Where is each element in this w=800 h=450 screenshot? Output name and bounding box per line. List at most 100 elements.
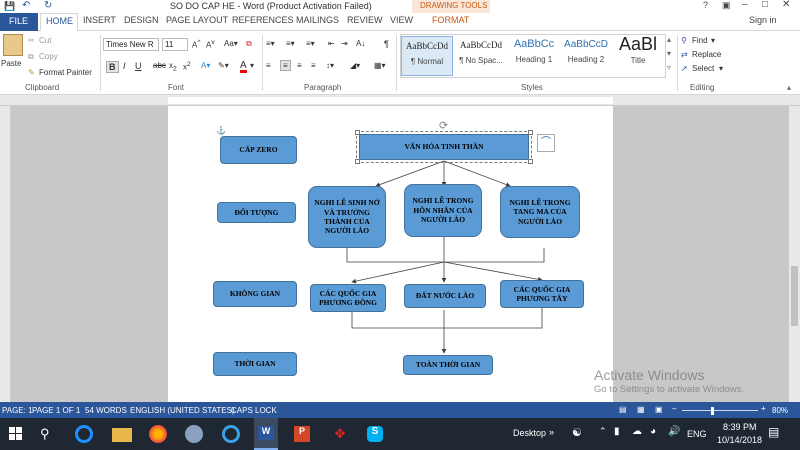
copy-icon[interactable]: ⧉ — [28, 52, 34, 62]
maximize-icon[interactable]: □ — [762, 0, 768, 10]
tab-home[interactable]: HOME — [40, 13, 78, 31]
status-page-count[interactable]: PAGE 1 OF 1 — [32, 406, 80, 415]
battery-icon[interactable]: ▮ — [614, 426, 620, 437]
select-icon[interactable]: ➚ — [681, 64, 688, 73]
subject-box[interactable]: ĐỐI TƯỢNG — [217, 202, 296, 223]
western-countries-box[interactable]: CÁC QUỐC GIA PHƯƠNG TÂY — [500, 280, 584, 308]
font-color-icon[interactable]: A — [240, 61, 247, 73]
justify-icon[interactable]: ≡ — [311, 61, 316, 70]
styles-more-icon[interactable]: ▿ — [667, 63, 671, 72]
sort-icon[interactable]: A↓ — [356, 39, 365, 48]
layout-options-icon[interactable]: ⌒ — [537, 134, 555, 152]
space-box[interactable]: KHÔNG GIAN — [213, 281, 297, 307]
decrease-indent-icon[interactable]: ⇤ — [328, 39, 335, 48]
save-icon[interactable]: 💾 — [4, 1, 15, 12]
grow-font-icon[interactable]: A^ — [192, 39, 200, 50]
underline-button[interactable]: U — [135, 61, 142, 71]
desktop-toolbar-icon[interactable]: » — [549, 427, 554, 437]
tab-insert[interactable]: INSERT — [83, 15, 116, 25]
status-word-count[interactable]: 54 WORDS — [85, 406, 127, 415]
collapse-ribbon-icon[interactable]: ▴ — [787, 83, 791, 92]
people-icon[interactable]: ☯ — [572, 426, 582, 439]
cloud-icon[interactable]: ☁ — [632, 426, 642, 437]
select-dropdown-icon[interactable]: ▾ — [719, 64, 723, 73]
replace-icon[interactable]: ⇄ — [681, 50, 688, 59]
tab-view[interactable]: VIEW — [390, 15, 413, 25]
shading-icon[interactable]: ◢▾ — [350, 61, 360, 70]
borders-icon[interactable]: ▦▾ — [374, 61, 386, 70]
wifi-icon[interactable]: ◕ — [650, 426, 656, 437]
zoom-in-icon[interactable]: + — [761, 404, 766, 413]
level-zero-box[interactable]: CẤP ZERO — [220, 136, 297, 164]
print-layout-icon[interactable]: ▦ — [637, 405, 645, 414]
align-left-icon[interactable]: ≡ — [266, 61, 271, 70]
styles-scroll-down-icon[interactable]: ▾ — [667, 49, 671, 58]
tab-review[interactable]: REVIEW — [347, 15, 383, 25]
birth-rituals-box[interactable]: NGHI LỄ SINH NỞ VÀ TRƯỞNG THÀNH CỦA NGƯỜ… — [308, 186, 386, 248]
clock-time[interactable]: 8:39 PM — [723, 422, 757, 432]
tab-design[interactable]: DESIGN — [124, 15, 159, 25]
status-language[interactable]: ENGLISH (UNITED STATES) — [130, 406, 235, 415]
vertical-scrollbar[interactable] — [789, 106, 800, 402]
tab-file[interactable]: FILE — [0, 13, 38, 31]
style-heading-1[interactable]: AaBbCc Heading 1 — [508, 36, 560, 76]
text-effects-icon[interactable]: A▾ — [201, 61, 210, 70]
rotate-handle-icon[interactable]: ⟳ — [439, 119, 448, 132]
clear-formatting-icon[interactable]: ⧉ — [246, 39, 252, 49]
skype-icon[interactable]: S — [367, 426, 383, 442]
undo-icon[interactable]: ↶ — [22, 0, 30, 11]
document-page[interactable]: CẤP ZERO ĐỐI TƯỢNG KHÔNG GIAN THỜI GIAN … — [168, 106, 613, 402]
language-indicator[interactable]: ENG — [687, 429, 707, 439]
shrink-font-icon[interactable]: Av — [206, 39, 215, 50]
styles-scroll-up-icon[interactable]: ▴ — [667, 35, 671, 44]
file-explorer-icon[interactable] — [112, 428, 132, 442]
paste-button[interactable]: Paste — [1, 59, 21, 68]
edge-icon[interactable] — [75, 425, 93, 443]
zoom-slider-thumb[interactable] — [711, 407, 714, 415]
resize-handle[interactable] — [528, 159, 533, 164]
highlight-icon[interactable]: ✎▾ — [218, 61, 229, 70]
clock-date[interactable]: 10/14/2018 — [717, 435, 762, 445]
powerpoint-icon[interactable]: P — [294, 426, 310, 442]
tab-page-layout[interactable]: PAGE LAYOUT — [166, 15, 228, 25]
bold-button[interactable]: B — [106, 61, 119, 73]
minimize-icon[interactable]: – — [742, 0, 748, 10]
find-dropdown-icon[interactable]: ▾ — [711, 36, 715, 45]
sign-in-link[interactable]: Sign in — [749, 15, 777, 25]
strikethrough-button[interactable]: abc — [153, 61, 166, 70]
find-icon[interactable]: ⚲ — [681, 36, 687, 45]
status-page[interactable]: PAGE: 1 — [2, 406, 33, 415]
desktop-label[interactable]: Desktop — [513, 428, 546, 438]
subscript-button[interactable]: x2 — [169, 61, 177, 73]
tab-references[interactable]: REFERENCES — [232, 15, 294, 25]
windows-start-icon[interactable] — [6, 424, 26, 444]
notifications-icon[interactable]: ▤ — [768, 425, 779, 439]
firefox-icon[interactable] — [149, 425, 167, 443]
bullets-icon[interactable]: ≡▾ — [266, 39, 275, 48]
cut-icon[interactable]: ✂ — [28, 36, 35, 45]
style-no-spacing[interactable]: AaBbCcDd ¶ No Spac... — [455, 36, 507, 76]
marriage-rituals-box[interactable]: NGHI LỄ TRONG HÔN NHÂN CỦA NGƯỜI LÀO — [404, 184, 482, 237]
font-size-box[interactable]: 11 — [162, 38, 188, 51]
numbering-icon[interactable]: ≡▾ — [286, 39, 295, 48]
read-mode-icon[interactable]: ▤ — [619, 405, 627, 414]
find-button[interactable]: Find — [692, 36, 708, 45]
multilevel-icon[interactable]: ≡▾ — [306, 39, 315, 48]
style-heading-2[interactable]: AaBbCcD Heading 2 — [560, 36, 612, 76]
tab-format[interactable]: FORMAT — [432, 15, 469, 25]
style-title[interactable]: AaBl Title — [612, 34, 664, 76]
show-marks-icon[interactable]: ¶ — [384, 39, 389, 49]
help-icon[interactable]: ? — [703, 0, 708, 10]
paste-icon[interactable] — [3, 34, 23, 56]
replace-button[interactable]: Replace — [692, 50, 721, 59]
cut-button[interactable]: Cut — [39, 36, 51, 45]
spiritual-culture-box[interactable]: VĂN HÓA TINH THẦN — [356, 131, 532, 163]
format-painter-icon[interactable]: ✎ — [28, 68, 35, 77]
search-icon[interactable]: ⚲ — [40, 426, 50, 442]
tray-up-icon[interactable]: ⌃ — [599, 426, 607, 437]
ribbon-display-icon[interactable]: ▣ — [722, 0, 731, 11]
web-layout-icon[interactable]: ▣ — [655, 405, 663, 414]
resize-handle[interactable] — [355, 130, 360, 135]
zoom-slider[interactable] — [682, 410, 758, 411]
eastern-countries-box[interactable]: CÁC QUỐC GIA PHƯƠNG ĐÔNG — [310, 284, 386, 312]
